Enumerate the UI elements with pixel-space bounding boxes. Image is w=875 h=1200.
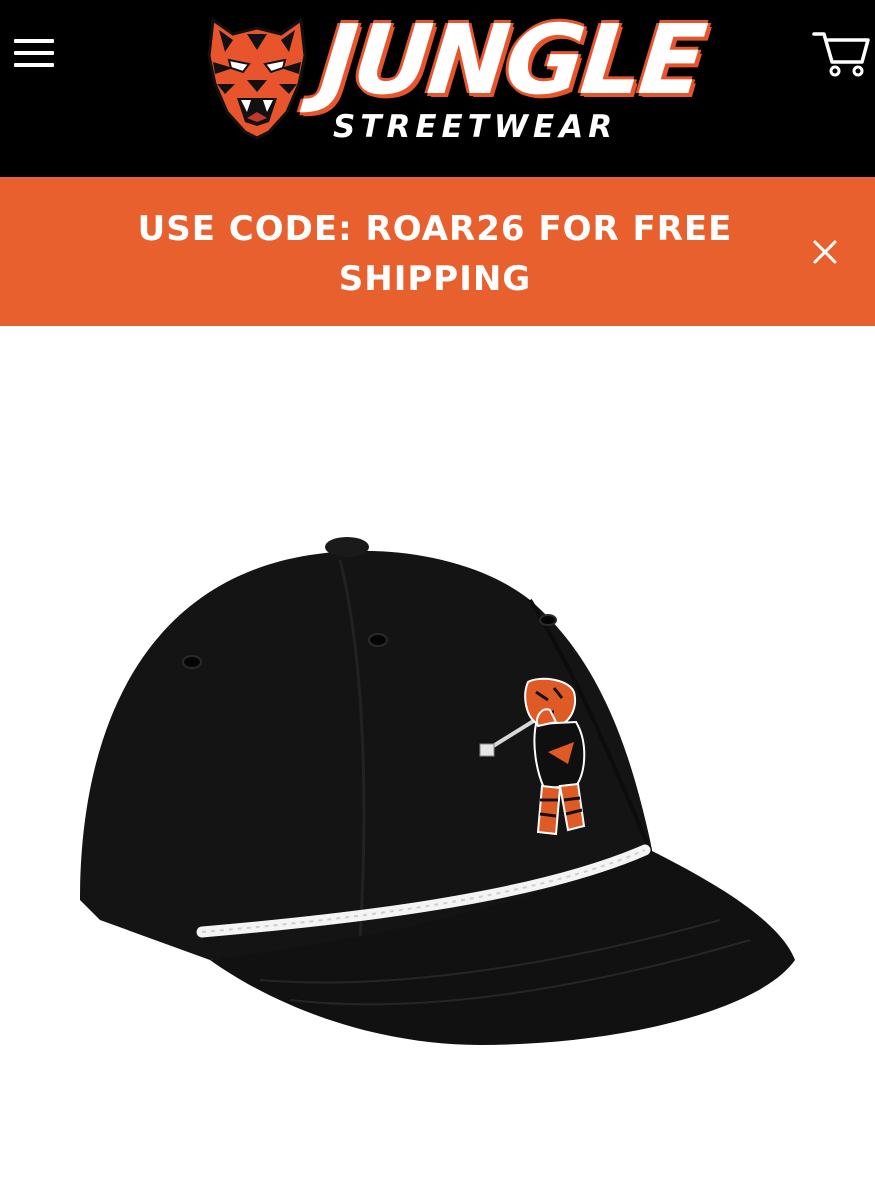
close-icon[interactable] [810,237,840,267]
promo-banner: USE CODE: ROAR26 FOR FREE SHIPPING [0,177,875,326]
site-header: JUNGLE STREETWEAR [0,0,875,177]
brand-name: JUNGLE [315,4,709,116]
shopping-cart-icon[interactable] [812,28,870,78]
hamburger-menu-icon[interactable] [14,37,56,69]
product-image[interactable] [60,520,820,1080]
promo-text: USE CODE: ROAR26 FOR FREE SHIPPING [137,209,733,299]
brand-logo[interactable]: JUNGLE STREETWEAR [203,4,709,152]
tiger-head-icon [207,17,307,140]
brand-tagline: STREETWEAR [333,109,618,145]
